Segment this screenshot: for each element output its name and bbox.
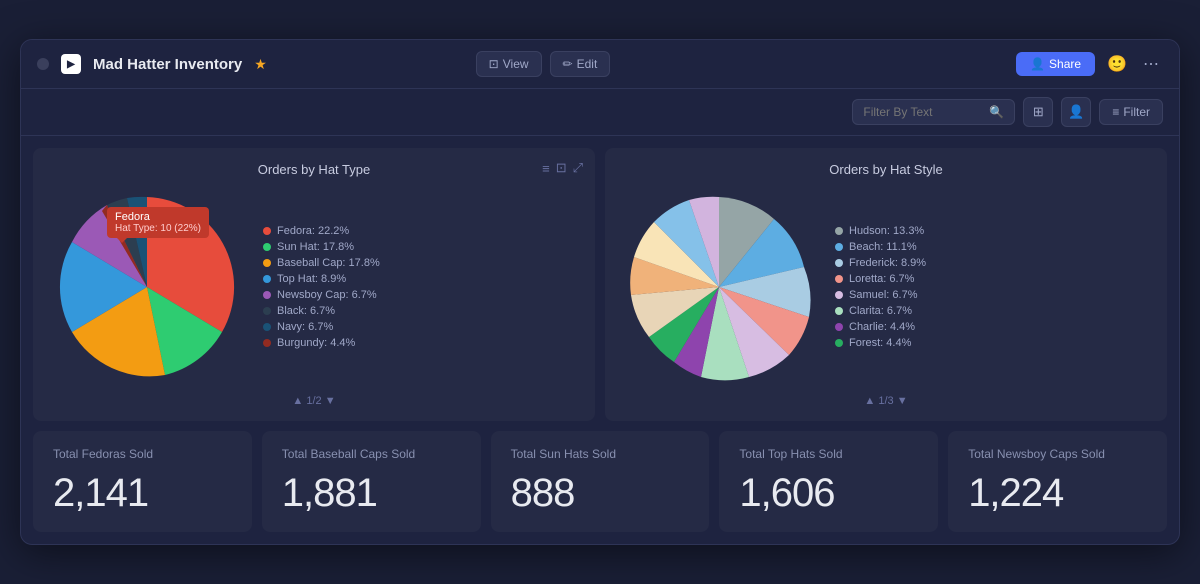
legend-item-loretta: Loretta: 6.7% [835,273,1153,285]
hat-style-chart-body: Hudson: 13.3% Beach: 11.1% Frederick: 8.… [619,187,1153,387]
stat-label-tophats: Total Top Hats Sold [739,447,918,461]
filter-chart-btn[interactable]: ≡ [542,160,550,176]
grid-icon-button[interactable]: ⊞ [1023,97,1053,127]
stat-card-sunhats: Total Sun Hats Sold 888 [491,431,710,532]
user-icon-button[interactable]: 👤 [1061,97,1091,127]
legend-item-samuel: Samuel: 6.7% [835,289,1153,301]
tooltip-label: Fedora [115,211,201,223]
legend-item-burgundy: Burgundy: 4.4% [263,337,581,349]
stat-card-newsboy: Total Newsboy Caps Sold 1,224 [948,431,1167,532]
legend-item-forest: Forest: 4.4% [835,337,1153,349]
view-button[interactable]: ⊡ View [476,51,542,77]
stat-value-tophats: 1,606 [739,471,918,516]
legend-item-navy: Navy: 6.7% [263,321,581,333]
legend-item-black: Black: 6.7% [263,305,581,317]
tooltip: Fedora Hat Type: 10 (22%) [107,207,209,238]
window-dot [37,58,49,70]
edit-icon: ✏ [563,57,573,71]
star-icon[interactable]: ★ [254,56,267,73]
hat-type-pie-container: Fedora Hat Type: 10 (22%) [47,187,247,387]
legend-item-tophat: Top Hat: 8.9% [263,273,581,285]
legend-dot-black [263,307,271,315]
hat-style-pie-container [619,187,819,387]
search-input[interactable] [863,105,983,119]
stats-row: Total Fedoras Sold 2,141 Total Baseball … [33,431,1167,532]
legend-dot-tophat [263,275,271,283]
stat-card-fedoras: Total Fedoras Sold 2,141 [33,431,252,532]
titlebar-right: 👤 Share 🙂 ⋯ [1016,50,1163,78]
secondary-toolbar: 🔍 ⊞ 👤 ≡ Filter [21,89,1179,136]
stat-value-fedoras: 2,141 [53,471,232,516]
legend-dot-loretta [835,275,843,283]
legend-item-baseball: Baseball Cap: 17.8% [263,257,581,269]
legend-dot-navy [263,323,271,331]
stat-label-baseball: Total Baseball Caps Sold [282,447,461,461]
legend-dot-clarita [835,307,843,315]
legend-item-beach: Beach: 11.1% [835,241,1153,253]
more-button[interactable]: ⋯ [1139,50,1163,78]
stat-value-sunhats: 888 [511,471,690,516]
legend-dot-burgundy [263,339,271,347]
layout-chart-btn[interactable]: ⊡ [556,160,567,176]
legend-dot-charlie [835,323,843,331]
app-window: ▶ Mad Hatter Inventory ★ ⊡ View ✏ Edit 👤… [20,39,1180,545]
hat-type-chart-body: Fedora Hat Type: 10 (22%) [47,187,581,387]
filter-icon: ≡ [1112,105,1119,119]
hat-type-chart-title: Orders by Hat Type [47,162,581,177]
legend-item-fedora: Fedora: 22.2% [263,225,581,237]
app-icon: ▶ [61,54,81,74]
legend-item-charlie: Charlie: 4.4% [835,321,1153,333]
hat-style-chart-panel: Orders by Hat Style [605,148,1167,421]
emoji-button[interactable]: 🙂 [1103,50,1131,78]
tooltip-sub: Hat Type: 10 (22%) [115,223,201,234]
hat-style-pagination[interactable]: ▲ 1/3 ▼ [619,395,1153,407]
legend-dot-hudson [835,227,843,235]
titlebar-center: ⊡ View ✏ Edit [476,51,611,77]
expand-chart-btn[interactable]: ⤢ [573,160,583,176]
legend-item-newsboy: Newsboy Cap: 6.7% [263,289,581,301]
legend-dot-forest [835,339,843,347]
stat-card-baseball: Total Baseball Caps Sold 1,881 [262,431,481,532]
legend-dot-fedora [263,227,271,235]
view-icon: ⊡ [489,57,499,71]
hat-style-chart-title: Orders by Hat Style [619,162,1153,177]
stat-label-fedoras: Total Fedoras Sold [53,447,232,461]
stat-card-tophats: Total Top Hats Sold 1,606 [719,431,938,532]
edit-button[interactable]: ✏ Edit [550,51,611,77]
filter-button[interactable]: ≡ Filter [1099,99,1163,125]
hat-type-chart-panel: Orders by Hat Type ≡ ⊡ ⤢ Fedora Hat Type… [33,148,595,421]
search-container: 🔍 [852,99,1015,125]
hat-style-legend: Hudson: 13.3% Beach: 11.1% Frederick: 8.… [835,225,1153,349]
legend-item-sunhat: Sun Hat: 17.8% [263,241,581,253]
share-button[interactable]: 👤 Share [1016,52,1095,76]
charts-row: Orders by Hat Type ≡ ⊡ ⤢ Fedora Hat Type… [33,148,1167,421]
legend-dot-newsboy [263,291,271,299]
main-content: Orders by Hat Type ≡ ⊡ ⤢ Fedora Hat Type… [21,136,1179,544]
titlebar: ▶ Mad Hatter Inventory ★ ⊡ View ✏ Edit 👤… [21,40,1179,89]
search-icon: 🔍 [989,105,1004,119]
legend-item-hudson: Hudson: 13.3% [835,225,1153,237]
stat-value-baseball: 1,881 [282,471,461,516]
hat-style-pie-svg [619,187,819,387]
legend-item-frederick: Frederick: 8.9% [835,257,1153,269]
app-title: Mad Hatter Inventory [93,56,242,73]
hat-type-pagination[interactable]: ▲ 1/2 ▼ [47,395,581,407]
stat-label-sunhats: Total Sun Hats Sold [511,447,690,461]
hat-type-chart-toolbar: ≡ ⊡ ⤢ [542,160,583,176]
hat-type-legend: Fedora: 22.2% Sun Hat: 17.8% Baseball Ca… [263,225,581,349]
legend-dot-baseball [263,259,271,267]
stat-value-newsboy: 1,224 [968,471,1147,516]
share-icon: 👤 [1030,57,1045,71]
legend-dot-beach [835,243,843,251]
legend-dot-samuel [835,291,843,299]
legend-dot-sunhat [263,243,271,251]
legend-dot-frederick [835,259,843,267]
stat-label-newsboy: Total Newsboy Caps Sold [968,447,1147,461]
legend-item-clarita: Clarita: 6.7% [835,305,1153,317]
